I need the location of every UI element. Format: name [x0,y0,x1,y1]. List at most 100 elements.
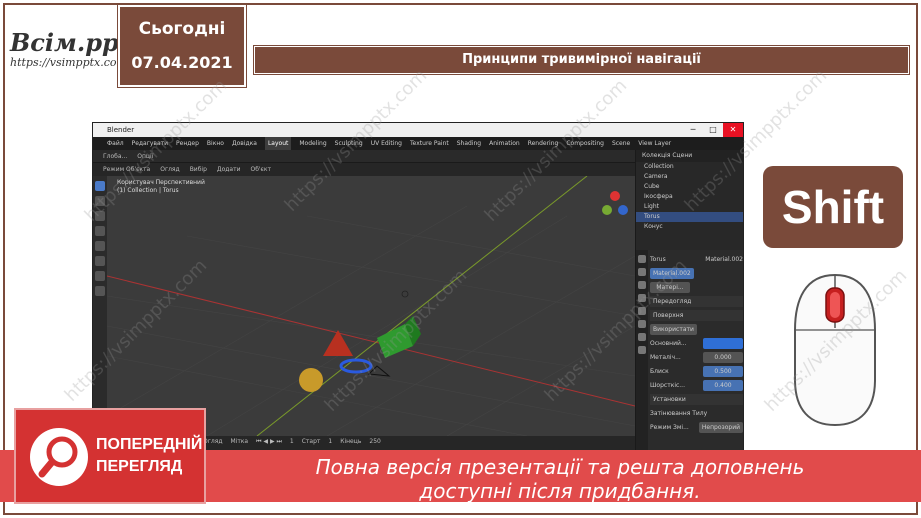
preview-label: ПОПЕРЕДНІЙ ПЕРЕГЛЯД [96,434,202,478]
properties-tabs [636,250,648,457]
menu-add[interactable]: Додати [217,163,241,176]
mode-selector[interactable]: Режим Об'єкта [103,163,150,176]
menu-view[interactable]: Огляд [160,163,179,176]
tab-sculpting[interactable]: Sculpting [335,137,363,150]
window-controls: ─ □ ✕ [683,123,743,137]
scale-tool-icon[interactable] [95,241,105,251]
specular-row: Блиск 0.500 [650,366,743,377]
maximize-icon[interactable]: □ [703,123,723,137]
purchase-banner-text: Повна версія презентації та решта доповн… [240,455,880,503]
material-slot-item[interactable]: Material.002 [650,268,694,279]
tab-texture-paint[interactable]: Texture Paint [410,137,449,150]
use-nodes-button[interactable]: Використати [650,324,697,335]
blend-mode-label: Режим Змі... [650,424,689,431]
blender-window-title: Blender [107,126,135,134]
viewport-perspective-label: Користувач Перспективний [117,179,205,186]
base-color-row: Основний... . [650,338,743,349]
specular-field[interactable]: 0.500 [703,366,743,377]
world-tab-icon[interactable] [638,307,646,315]
blender-titlebar: Blender ─ □ ✕ [93,123,743,137]
output-tab-icon[interactable] [638,281,646,289]
base-color-swatch[interactable]: . [703,338,743,349]
light-object[interactable] [401,290,409,298]
section-preview[interactable]: Передогляд [650,296,743,307]
outliner-header: Колекція Сцени [636,150,743,162]
scene-tab-icon[interactable] [638,294,646,302]
slide-title: Принципи тривимірної навігації [253,45,910,75]
cone-object[interactable] [323,330,353,356]
tool-tab-icon[interactable] [638,255,646,263]
properties-panel: Torus Material.002 Material.002 Матері..… [635,250,743,457]
select-tool-icon[interactable] [95,181,105,191]
viewport-collection-label: (1) Collection | Torus [117,187,179,194]
logo: Всім.pptx https://vsimpptx.com [10,30,144,78]
measure-tool-icon[interactable] [95,286,105,296]
tab-compositing[interactable]: Compositing [566,137,604,150]
metallic-label: Металіч... [650,354,681,361]
material-datablock-row: Матері... [650,282,743,293]
outliner-item-camera[interactable]: Camera [636,172,743,182]
view-layer-selector[interactable]: View Layer [638,137,671,150]
section-settings[interactable]: Установки [650,394,743,405]
preview-line-1: ПОПЕРЕДНІЙ [96,436,203,453]
logo-url: https://vsimpptx.com [10,56,127,69]
roughness-row: Шорсткіс... 0.400 [650,380,743,391]
outliner-item-light[interactable]: Light [636,202,743,212]
props-object-name: Torus [650,256,666,263]
base-color-label: Основний... [650,340,687,347]
outliner-item-icosphere[interactable]: Ікосфера [636,192,743,202]
section-surface[interactable]: Поверхня [650,310,743,321]
scene-selector[interactable]: Scene [612,137,630,150]
render-tab-icon[interactable] [638,268,646,276]
overlays-options[interactable]: Опції [137,150,153,162]
menu-edit[interactable]: Редагувати [132,137,168,150]
cursor-tool-icon[interactable] [95,196,105,206]
menu-window[interactable]: Вікно [207,137,224,150]
tab-layout[interactable]: Layout [264,137,292,150]
blend-mode-select[interactable]: Непрозорий [698,422,743,433]
mouse-icon [794,273,876,427]
blend-mode-row: Режим Змі... Непрозорий [650,422,743,433]
outliner-item-torus[interactable]: Torus [636,212,743,222]
date-box: Сьогодні 07.04.2021 [117,4,247,88]
gizmo-y-icon[interactable] [602,205,612,215]
outliner-item-cone[interactable]: Конус [636,222,743,232]
material-name-field[interactable]: Матері... [650,282,690,293]
3d-viewport[interactable] [107,176,635,436]
gizmo-x-icon[interactable] [610,191,620,201]
date-value: 07.04.2021 [131,53,233,72]
material-slot-list[interactable]: Material.002 [650,268,743,279]
outliner-item-collection[interactable]: Collection [636,162,743,172]
tab-uv-editing[interactable]: UV Editing [371,137,402,150]
metallic-field[interactable]: 0.000 [703,352,743,363]
move-tool-icon[interactable] [95,211,105,221]
menu-help[interactable]: Довідка [232,137,257,150]
minimize-icon[interactable]: ─ [683,123,703,137]
rotate-tool-icon[interactable] [95,226,105,236]
menu-file[interactable]: Файл [107,137,124,150]
gizmo-z-icon[interactable] [618,205,628,215]
tab-modeling[interactable]: Modeling [299,137,326,150]
blender-menubar: Файл Редагувати Рендер Вікно Довідка Lay… [93,137,743,150]
transform-orientation[interactable]: Глоба... [103,150,127,162]
backface-culling-checkbox[interactable]: Затінювання Тилу [650,408,707,419]
roughness-field[interactable]: 0.400 [703,380,743,391]
props-material-slot-label: Material.002 [705,256,743,263]
outliner-item-cube[interactable]: Cube [636,182,743,192]
tab-animation[interactable]: Animation [489,137,520,150]
properties-content: Torus Material.002 Material.002 Матері..… [650,254,743,436]
preview-badge[interactable]: ПОПЕРЕДНІЙ ПЕРЕГЛЯД [14,408,206,504]
tab-shading[interactable]: Shading [457,137,481,150]
annotate-tool-icon[interactable] [95,271,105,281]
menu-select[interactable]: Вибір [190,163,207,176]
material-tab-icon[interactable] [638,346,646,354]
icosphere-object[interactable] [299,368,323,392]
close-icon[interactable]: ✕ [723,123,743,137]
modifier-tab-icon[interactable] [638,333,646,341]
transform-tool-icon[interactable] [95,256,105,266]
metallic-row: Металіч... 0.000 [650,352,743,363]
menu-object[interactable]: Об'єкт [250,163,270,176]
menu-render[interactable]: Рендер [176,137,199,150]
object-tab-icon[interactable] [638,320,646,328]
tab-rendering[interactable]: Rendering [528,137,559,150]
